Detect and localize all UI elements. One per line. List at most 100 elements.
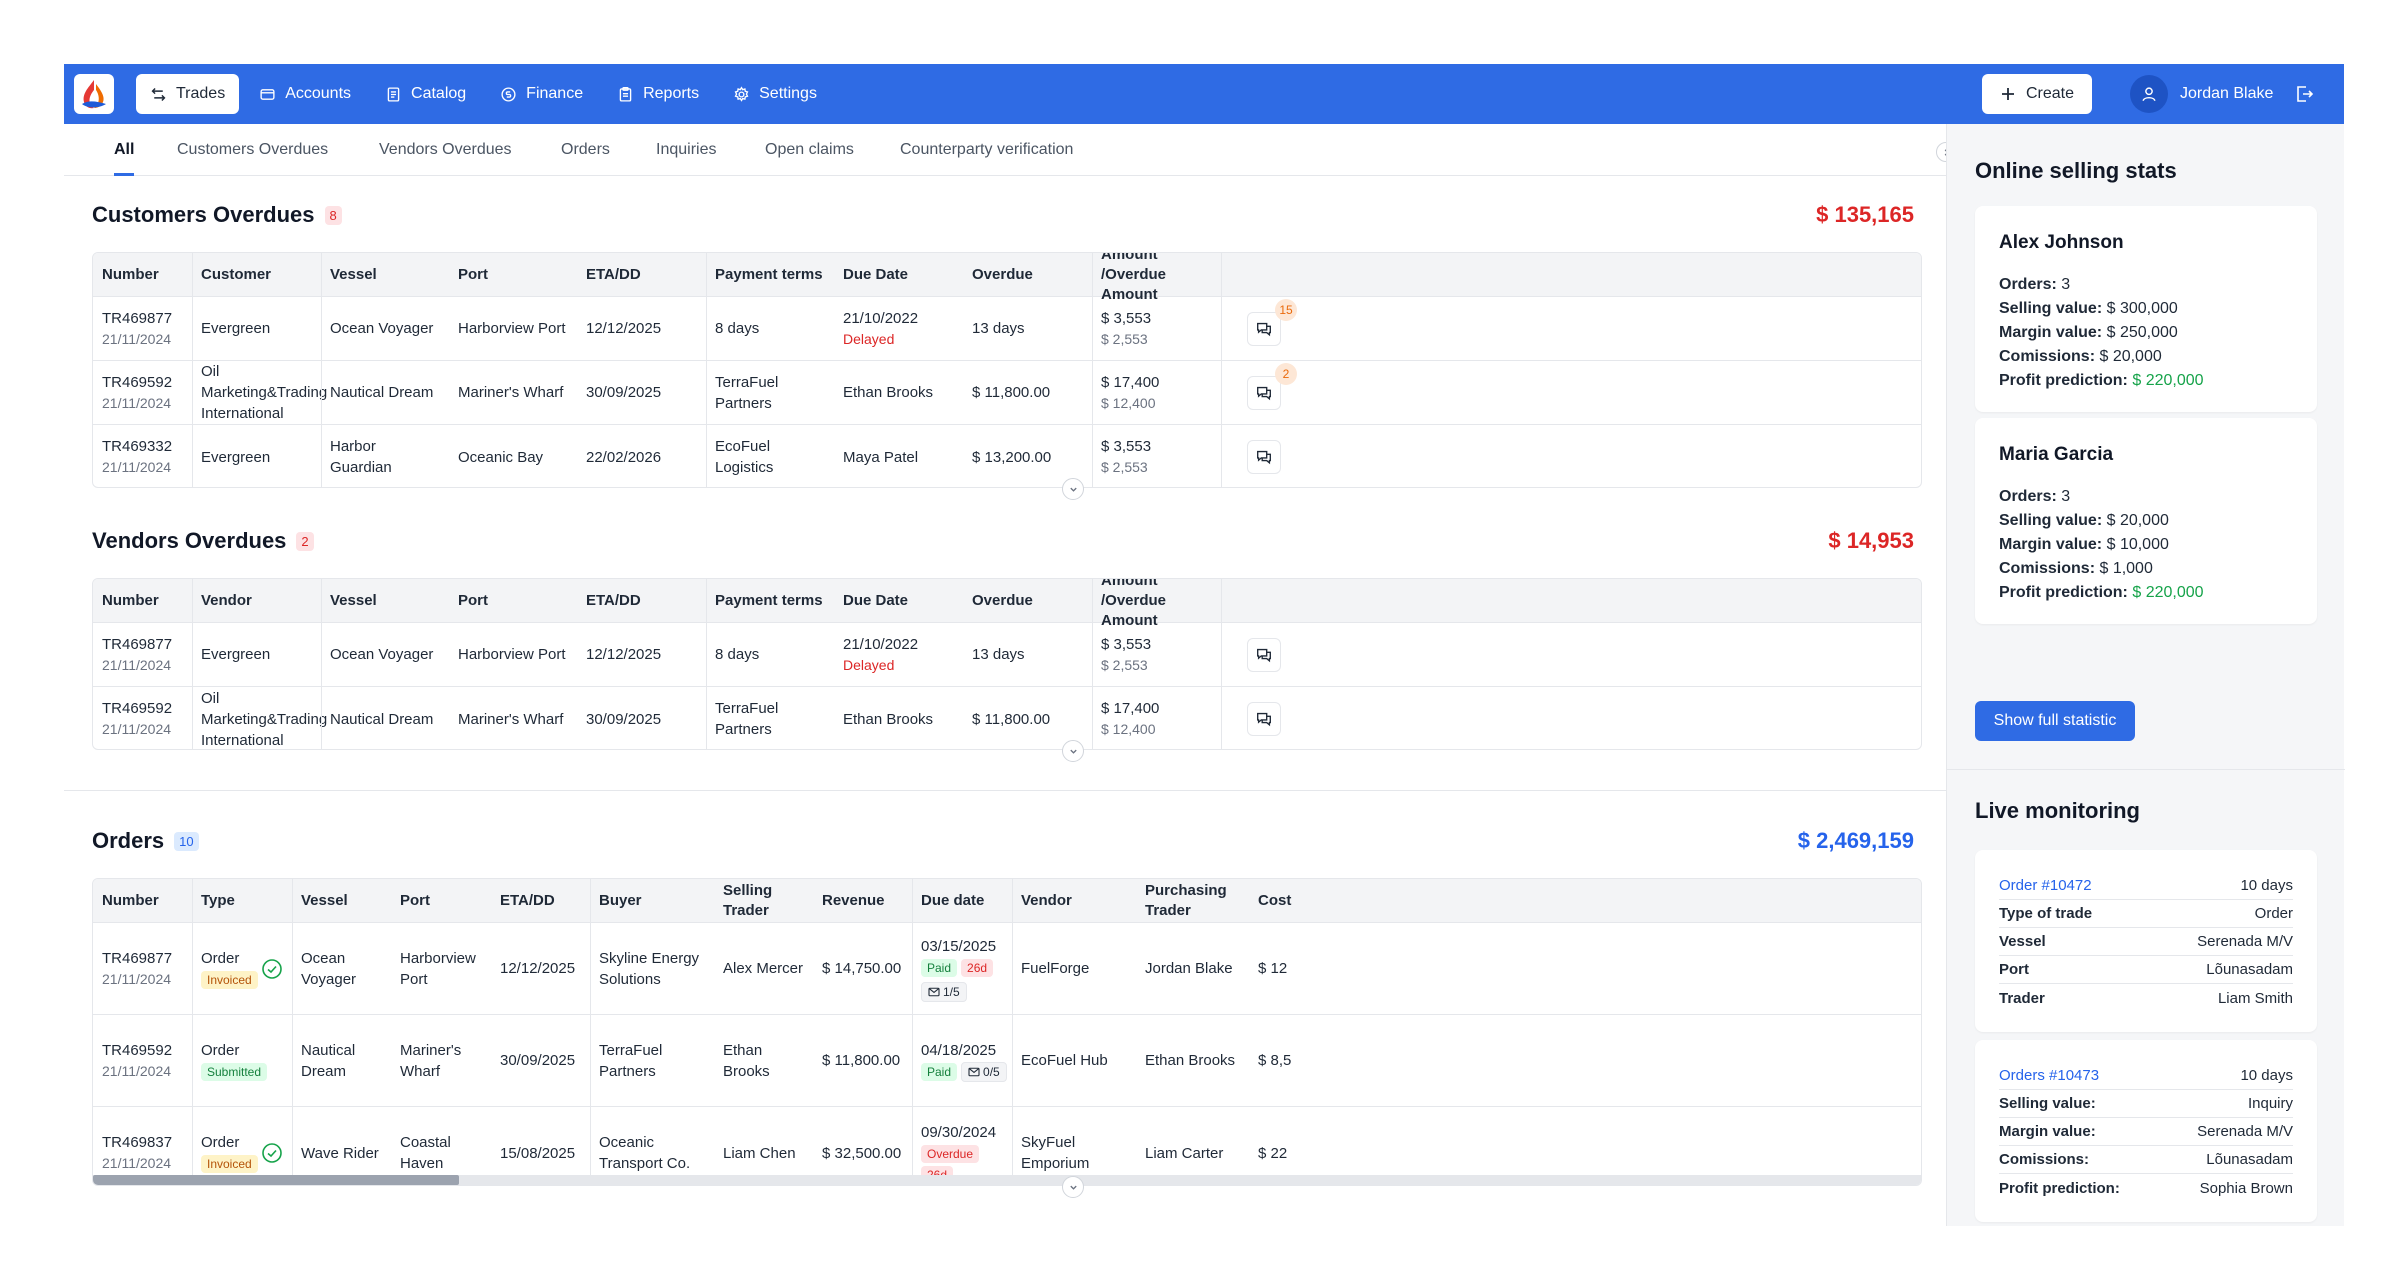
nav-item-reports[interactable]: Reports xyxy=(603,74,713,114)
tab-customers-overdues[interactable]: Customers Overdues xyxy=(177,124,328,176)
comments-button[interactable] xyxy=(1247,376,1281,410)
check-circle-icon xyxy=(262,1143,282,1163)
order-link[interactable]: Orders #10473 xyxy=(1999,1067,2099,1084)
monitor-value: Lõunasadam xyxy=(2206,961,2293,978)
scrollbar-thumb[interactable] xyxy=(93,1175,459,1185)
tab-orders[interactable]: Orders xyxy=(561,124,610,176)
monitor-row: Selling value: Inquiry xyxy=(1999,1090,2293,1118)
vessel-value: Ocean Voyager xyxy=(330,320,434,337)
trade-number-cell[interactable]: TR469877 21/11/2024 xyxy=(102,923,192,1014)
expand-customers-button[interactable] xyxy=(1062,478,1084,500)
trade-number[interactable]: TR469332 xyxy=(102,436,192,457)
trade-number-cell[interactable]: TR469592 21/11/2024 xyxy=(102,1015,192,1106)
show-full-statistic-button[interactable]: Show full statistic xyxy=(1975,701,2135,741)
stat-label: Margin value: xyxy=(1999,536,2103,553)
selling-trader-cell: Ethan Brooks xyxy=(723,1015,804,1106)
table-row[interactable]: TR469332 21/11/2024 Evergreen Harbor Guardi… xyxy=(93,425,1921,487)
trade-number[interactable]: TR469592 xyxy=(102,698,192,719)
table-row[interactable]: TR469592 21/11/2024 Oil Marketing&Trading … xyxy=(93,687,1921,749)
nav-item-settings[interactable]: Settings xyxy=(719,74,831,114)
vessel-value: Ocean Voyager xyxy=(330,646,434,663)
trade-number[interactable]: TR469592 xyxy=(102,372,192,393)
nav-item-catalog[interactable]: Catalog xyxy=(371,74,480,114)
trade-number-cell[interactable]: TR469877 21/11/2024 xyxy=(102,297,192,360)
payment-terms-value: 8 days xyxy=(715,320,760,337)
counterparty-cell: Evergreen xyxy=(201,425,312,487)
overdue-value: 13 days xyxy=(972,320,1025,337)
days-overdue-badge: 26d xyxy=(961,958,994,977)
create-button[interactable]: Create xyxy=(1982,74,2092,114)
trade-number[interactable]: TR469837 xyxy=(102,1132,192,1153)
trade-number[interactable]: TR469592 xyxy=(102,1040,192,1061)
due-date-cell: 03/15/2025 Paid 26d 1/5 xyxy=(921,923,1016,1014)
expand-orders-button[interactable] xyxy=(1062,1176,1084,1198)
table-row[interactable]: TR469592 21/11/2024 Oil Marketing&Trading … xyxy=(93,361,1921,425)
nav-item-trades[interactable]: Trades xyxy=(136,74,240,114)
trade-number-cell[interactable]: TR469592 21/11/2024 xyxy=(102,687,192,749)
table-row[interactable]: TR469877 21/11/2024 Evergreen Ocean Voyager… xyxy=(93,297,1921,361)
trade-number-cell[interactable]: TR469877 21/11/2024 xyxy=(102,623,192,686)
eta-cell: 30/09/2025 xyxy=(586,687,697,749)
column-divider xyxy=(1012,879,1013,1185)
gear-icon xyxy=(734,85,749,102)
tab-counterparty-verification[interactable]: Counterparty verification xyxy=(900,124,1073,176)
due-date: Ethan Brooks xyxy=(843,710,934,728)
monitor-row[interactable]: Orders #10473 10 days xyxy=(1999,1062,2293,1090)
seller-profit-prediction: Profit prediction: $ 220,000 xyxy=(1999,372,2204,390)
notification-count-badge: 15 xyxy=(1275,299,1297,321)
due-date-cell: 04/18/2025 Paid 0/5 xyxy=(921,1015,1016,1106)
due-date-cell: Ethan Brooks xyxy=(843,687,953,749)
seller-commissions: Comissions: $ 20,000 xyxy=(1999,348,2162,366)
nav-item-finance[interactable]: Finance xyxy=(486,74,597,114)
trade-number[interactable]: TR469877 xyxy=(102,308,192,329)
comments-button[interactable] xyxy=(1247,440,1281,474)
trade-number[interactable]: TR469877 xyxy=(102,634,192,655)
trade-date: 21/11/2024 xyxy=(102,394,172,411)
table-row[interactable]: TR469877 21/11/2024 Order Invoiced Ocean Voy… xyxy=(93,923,1921,1015)
vendor-value: SkyFuel Emporium xyxy=(1021,1134,1090,1172)
tab-all[interactable]: All xyxy=(114,124,135,176)
logout-icon[interactable] xyxy=(2293,83,2315,105)
avatar[interactable] xyxy=(2130,75,2168,113)
messages-badge[interactable]: 0/5 xyxy=(961,1061,1007,1082)
vendor-value: EcoFuel Hub xyxy=(1021,1052,1108,1069)
comments-button[interactable] xyxy=(1247,638,1281,672)
table-header: Number Vendor Vessel Port ETA/DD Payment term… xyxy=(93,579,1921,629)
nav-item-accounts[interactable]: Accounts xyxy=(245,74,365,114)
cost-value: $ 22 xyxy=(1258,1144,1288,1162)
port-value: Mariner's Wharf xyxy=(458,710,564,728)
app-window: Trades Accounts Catalog Finance Reports … xyxy=(64,64,2345,1226)
trade-number[interactable]: TR469877 xyxy=(102,948,192,969)
horizontal-scrollbar[interactable] xyxy=(93,1175,1921,1185)
eta-value: 30/09/2025 xyxy=(586,384,662,401)
vessel-cell: Ocean Voyager xyxy=(330,297,440,360)
chat-icon xyxy=(1257,648,1271,663)
main-content: Customers Overdues 8 $ 135,165 Number Cus… xyxy=(64,176,1946,1226)
app-logo[interactable] xyxy=(74,74,114,114)
trade-number-cell[interactable]: TR469592 21/11/2024 xyxy=(102,361,192,424)
section-title-text: Customers Overdues xyxy=(92,202,315,227)
due-date-cell: 21/10/2022 Delayed xyxy=(843,297,953,360)
table-row[interactable]: TR469592 21/11/2024 Order Submitted Nautical… xyxy=(93,1015,1921,1107)
vendors-overdues-total: $ 14,953 xyxy=(1828,528,1914,553)
section-divider xyxy=(64,790,1946,791)
column-header: Port xyxy=(400,892,430,909)
expand-vendors-button[interactable] xyxy=(1062,740,1084,762)
column-header: Overdue xyxy=(972,266,1033,283)
chevron-down-icon xyxy=(1069,749,1077,754)
messages-badge[interactable]: 1/5 xyxy=(921,981,967,1002)
monitor-row[interactable]: Order #10472 10 days xyxy=(1999,872,2293,900)
cost-cell: $ 12 xyxy=(1258,923,1298,1014)
order-link[interactable]: Order #10472 xyxy=(1999,877,2092,894)
trade-number-cell[interactable]: TR469332 21/11/2024 xyxy=(102,425,192,487)
comments-button[interactable] xyxy=(1247,702,1281,736)
table-row[interactable]: TR469877 21/11/2024 Evergreen Ocean Voyager… xyxy=(93,623,1921,687)
tab-open-claims[interactable]: Open claims xyxy=(765,124,854,176)
messages-count: 1/5 xyxy=(943,984,960,999)
tab-inquiries[interactable]: Inquiries xyxy=(656,124,716,176)
tab-vendors-overdues[interactable]: Vendors Overdues xyxy=(379,124,512,176)
trade-type: Order xyxy=(201,1041,240,1059)
user-menu[interactable]: Jordan Blake xyxy=(2130,74,2315,114)
comments-button[interactable] xyxy=(1247,312,1281,346)
monitor-row: Margin value: Serenada M/V xyxy=(1999,1118,2293,1146)
